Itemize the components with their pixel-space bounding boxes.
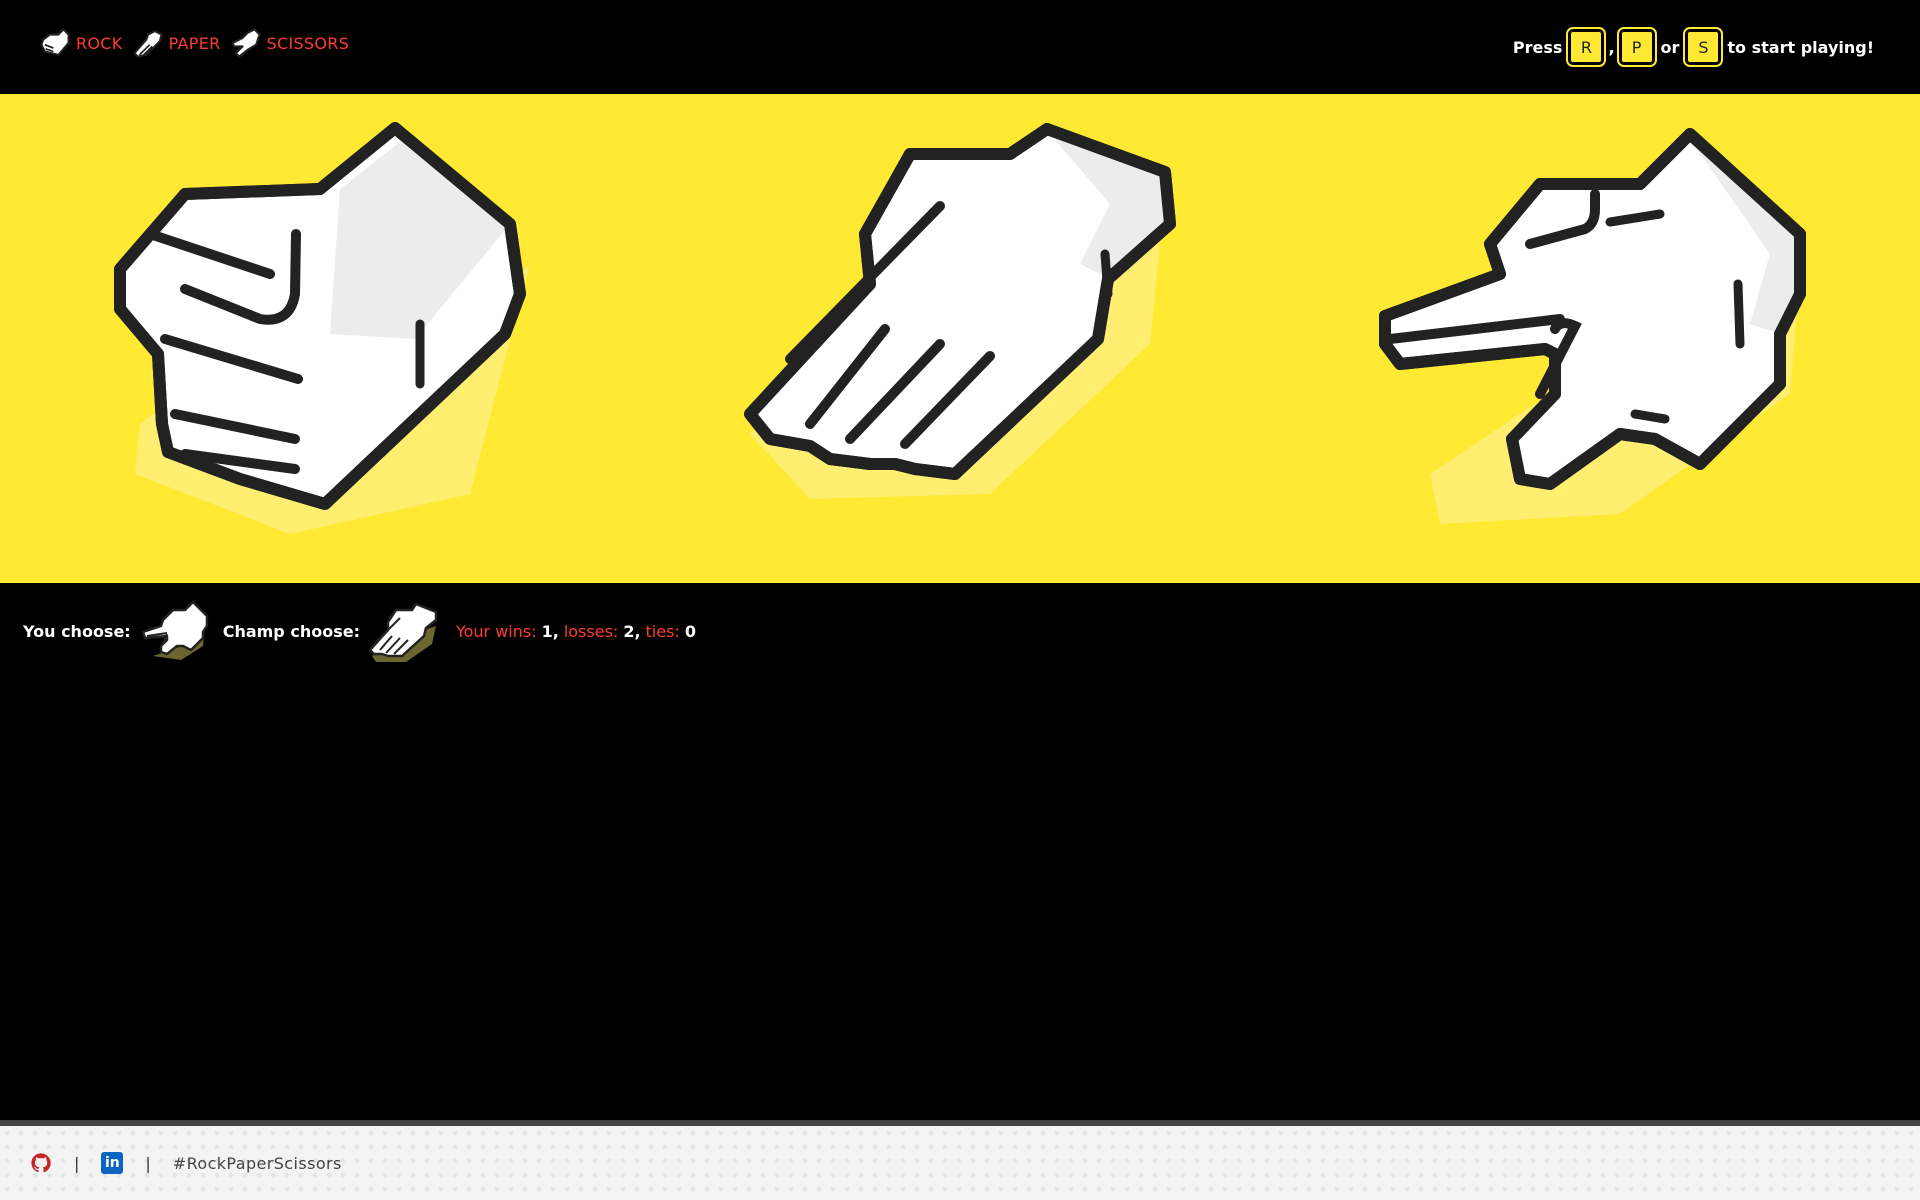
linkedin-icon[interactable]: in	[101, 1152, 124, 1174]
player-choice-scissors-icon	[141, 600, 208, 660]
wins-value: 1,	[541, 621, 559, 641]
hashtag-text: #RockPaperScissors	[172, 1153, 342, 1173]
game-board	[0, 94, 1920, 583]
champ-choose-label: Champ choose:	[222, 621, 360, 641]
nav-item-scissors[interactable]: SCISSORS	[229, 26, 350, 60]
nav-label-paper: PAPER	[168, 33, 221, 53]
rock-hand-icon	[40, 28, 70, 56]
instructions-comma: ,	[1608, 37, 1615, 57]
losses-label: losses:	[563, 621, 619, 641]
instructions-press: Press	[1512, 37, 1563, 57]
you-choose-label: You choose:	[23, 621, 131, 641]
key-r[interactable]: R	[1566, 27, 1607, 67]
instructions-or: or	[1660, 37, 1680, 57]
nav-label-rock: ROCK	[76, 33, 123, 53]
scissors-hand-icon	[1379, 128, 1806, 524]
rock-button[interactable]	[90, 94, 550, 583]
wins-label: Your wins:	[455, 621, 537, 641]
scissors-hand-icon	[230, 28, 261, 58]
rock-hand-icon	[114, 122, 530, 534]
instructions-suffix: to start playing!	[1727, 37, 1874, 57]
scoreboard: Your wins: 1, losses: 2, ties: 0	[456, 622, 701, 641]
paper-button[interactable]	[730, 94, 1190, 583]
keyboard-instructions: Press R , P or S to start playing!	[1507, 27, 1880, 67]
nav-item-rock[interactable]: ROCK	[38, 26, 123, 60]
nav-item-paper[interactable]: PAPER	[131, 26, 221, 60]
scissors-button[interactable]	[1370, 94, 1830, 583]
header: ROCK PAPER SCISSORS Press R , P or S to …	[0, 0, 1920, 94]
footer-separator-2: |	[145, 1153, 151, 1173]
ties-value: 0	[684, 621, 696, 641]
key-s[interactable]: S	[1683, 27, 1724, 67]
champ-choice-paper-icon	[368, 602, 438, 662]
footer-separator-1: |	[74, 1153, 80, 1173]
losses-value: 2,	[623, 621, 641, 641]
github-icon[interactable]	[30, 1152, 52, 1174]
paper-hand-icon	[132, 30, 163, 58]
nav-menu: ROCK PAPER SCISSORS	[38, 26, 357, 60]
ties-label: ties:	[645, 621, 680, 641]
key-p[interactable]: P	[1616, 27, 1657, 67]
game-status: You choose: Champ choose: Your wins: 1, …	[23, 596, 701, 666]
paper-hand-icon	[744, 123, 1176, 499]
footer: | in | #RockPaperScissors	[0, 1126, 1920, 1200]
nav-label-scissors: SCISSORS	[266, 33, 350, 53]
